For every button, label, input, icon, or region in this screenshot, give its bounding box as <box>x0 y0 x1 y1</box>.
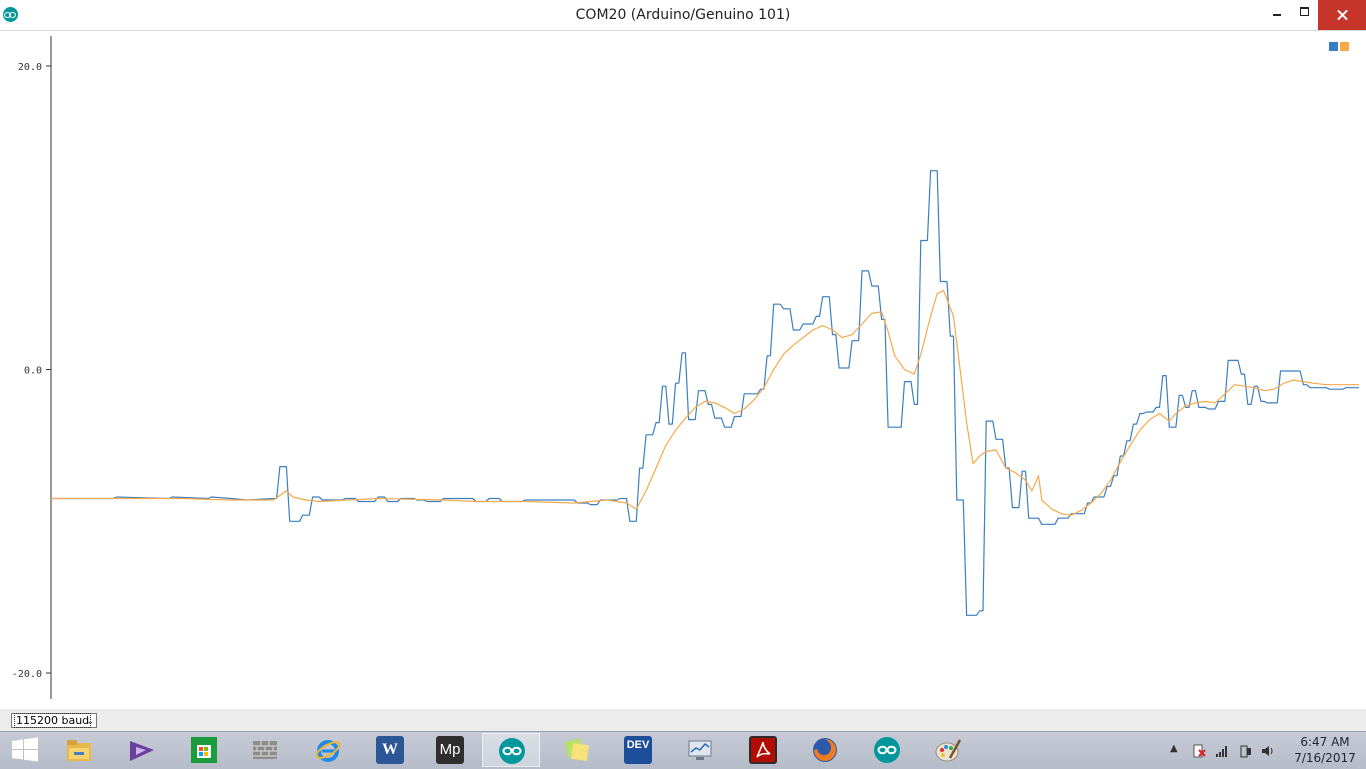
y-tick-label: 20.0 <box>18 62 42 73</box>
taskbar-mplab[interactable]: Mp <box>421 733 479 767</box>
firefox-icon <box>813 738 837 762</box>
acrobat-icon <box>749 736 777 764</box>
taskbar-arduino-2[interactable] <box>858 733 916 767</box>
serial-plotter: 20.0 0.0 -20.0 <box>0 31 1366 709</box>
store-icon <box>191 737 217 763</box>
clock[interactable]: 6:47 AM 7/16/2017 <box>1290 734 1360 766</box>
arduino-icon <box>499 738 525 764</box>
mplab-icon: Mp <box>436 736 464 764</box>
taskbar-word[interactable]: W <box>361 733 419 767</box>
window-title-bar: COM20 (Arduino/Genuino 101) <box>0 0 1366 31</box>
taskbar-monitor[interactable] <box>671 733 729 767</box>
brick-wall-icon <box>253 741 277 759</box>
clock-date: 7/16/2017 <box>1294 751 1356 765</box>
chevron-down-icon: ⌄ <box>86 717 94 727</box>
visual-studio-icon <box>130 741 154 761</box>
sticky-notes-icon <box>564 738 590 762</box>
plotter-bottom-bar: 115200 baud ⌄ <box>0 709 1366 731</box>
power-icon[interactable] <box>1239 744 1253 758</box>
network-icon[interactable] <box>1215 744 1229 758</box>
series-line-1 <box>51 170 1359 616</box>
arduino-icon <box>874 737 900 763</box>
close-button[interactable] <box>1318 0 1366 30</box>
taskbar-visual-studio[interactable] <box>113 733 171 767</box>
window-title: COM20 (Arduino/Genuino 101) <box>575 7 791 23</box>
paint-icon <box>935 739 962 762</box>
folder-icon <box>67 740 91 761</box>
internet-explorer-icon <box>315 740 341 762</box>
word-icon: W <box>376 736 404 764</box>
taskbar-firewall[interactable] <box>236 733 294 767</box>
taskbar-arduino[interactable] <box>482 733 540 767</box>
minimize-button[interactable] <box>1264 0 1292 30</box>
clock-time: 6:47 AM <box>1300 735 1350 749</box>
y-tick-label: 0.0 <box>24 366 42 377</box>
taskbar-firefox[interactable] <box>796 733 854 767</box>
baud-rate-value: 115200 baud <box>14 713 92 728</box>
start-button[interactable] <box>0 733 50 767</box>
y-tick-label: -20.0 <box>12 669 42 680</box>
monitor-icon <box>688 740 712 760</box>
taskbar-acrobat[interactable] <box>734 733 792 767</box>
action-center-icon[interactable] <box>1192 744 1206 758</box>
legend-swatch-series-1 <box>1329 42 1338 51</box>
maximize-button[interactable] <box>1291 0 1319 30</box>
taskbar-internet-explorer[interactable] <box>299 733 357 767</box>
plot-canvas: 20.0 0.0 -20.0 <box>12 36 1359 699</box>
dev-icon: DEV <box>624 736 652 764</box>
taskbar: W Mp DEV ▲ 6:47 AM 7/16/2017 <box>0 731 1366 769</box>
volume-icon[interactable] <box>1261 744 1275 758</box>
taskbar-sticky-notes[interactable] <box>548 733 606 767</box>
series-line-2 <box>51 290 1359 516</box>
taskbar-dev-cpp[interactable]: DEV <box>609 733 667 767</box>
taskbar-paint[interactable] <box>919 733 977 767</box>
taskbar-file-explorer[interactable] <box>50 733 108 767</box>
legend-swatch-series-2 <box>1340 42 1349 51</box>
show-hidden-icon[interactable]: ▲ <box>1170 743 1184 757</box>
windows-logo-icon <box>12 737 38 762</box>
taskbar-store[interactable] <box>175 733 233 767</box>
baud-rate-select[interactable]: 115200 baud ⌄ <box>11 713 97 728</box>
